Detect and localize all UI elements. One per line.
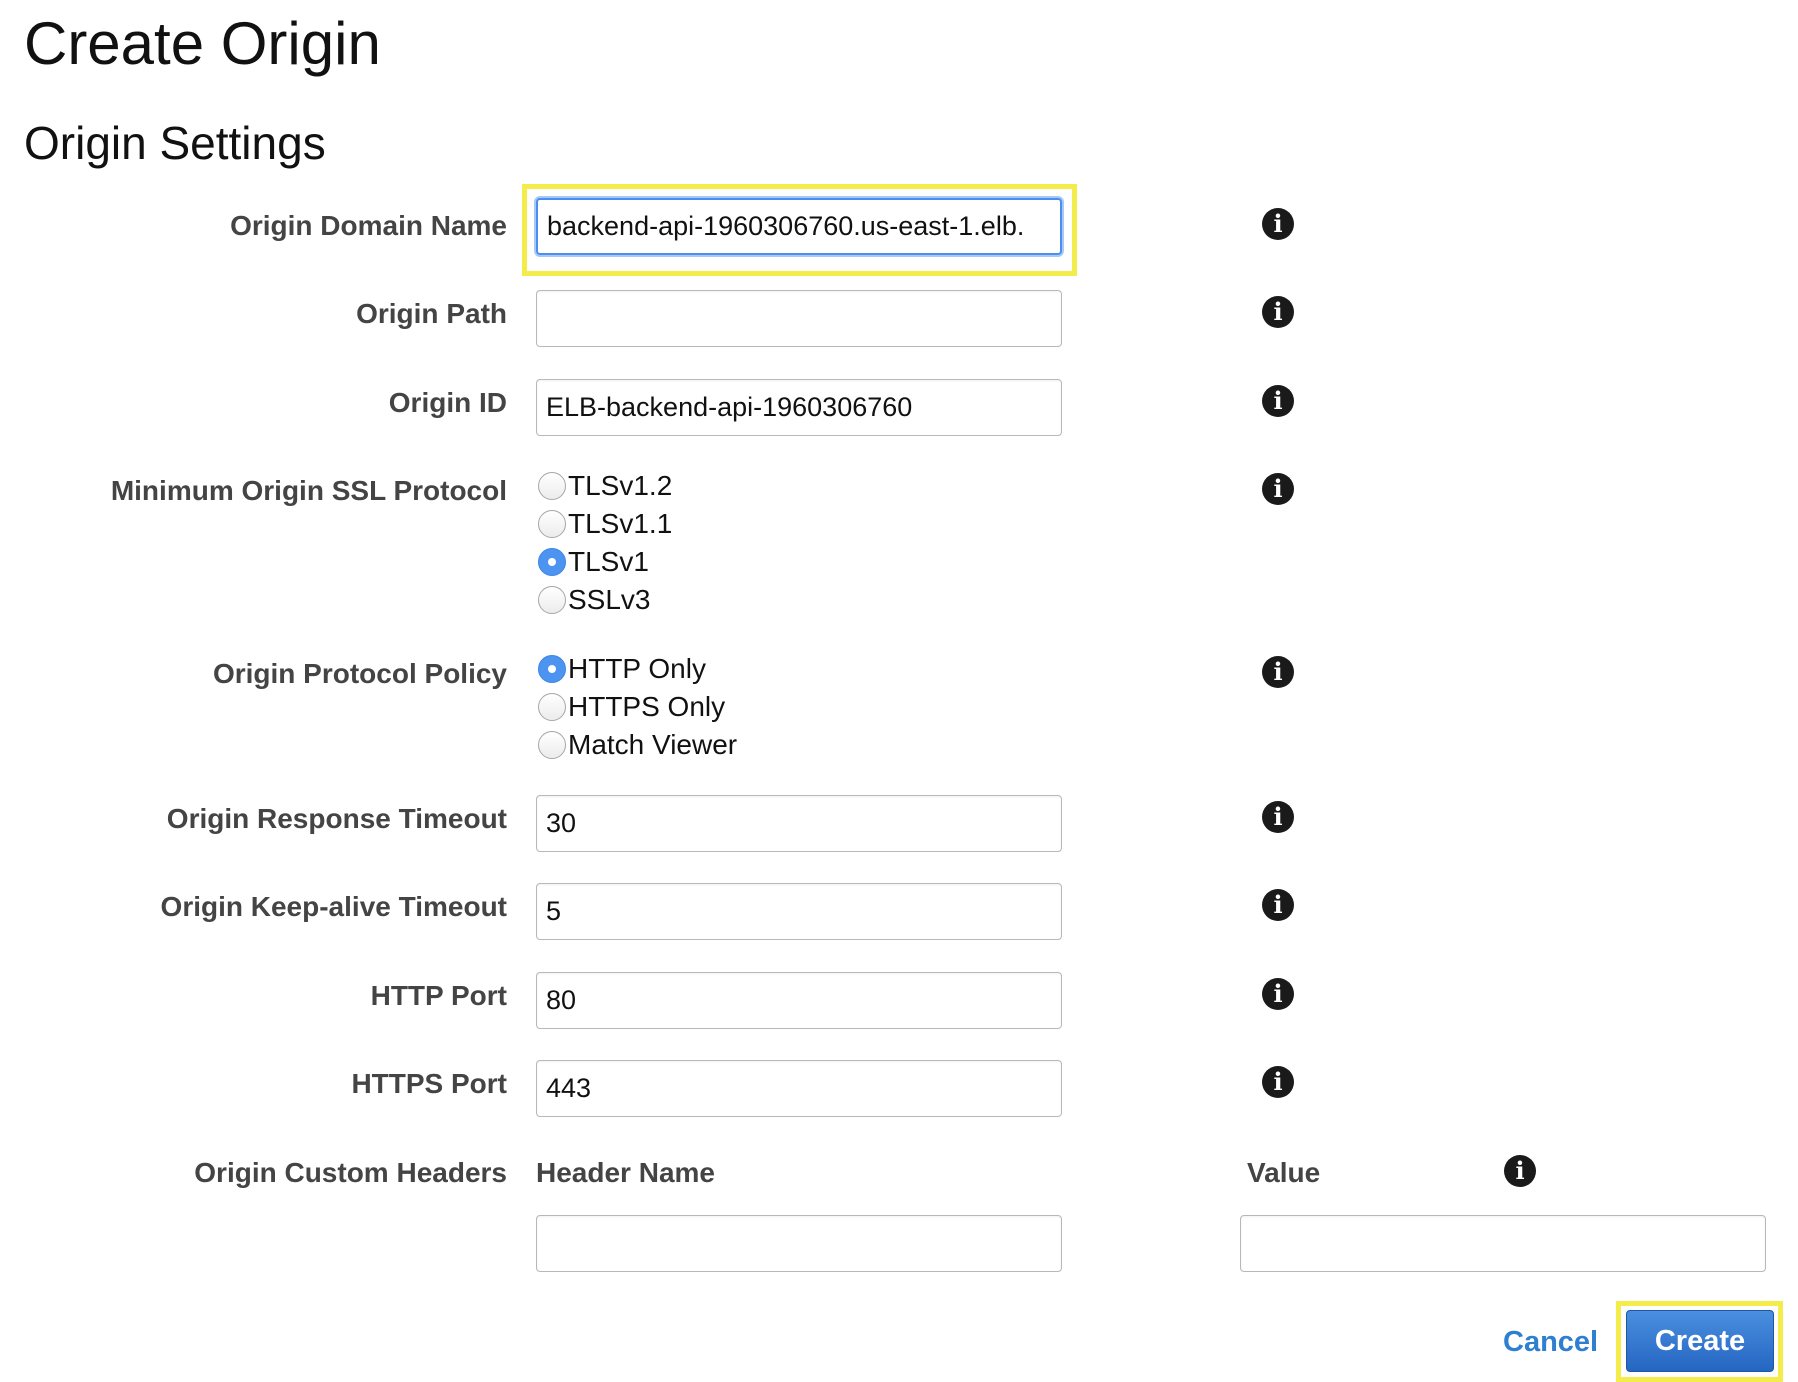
info-icon[interactable]: i: [1262, 978, 1294, 1010]
radio-button[interactable]: [538, 693, 566, 721]
origin-domain-name-input[interactable]: [536, 198, 1062, 255]
info-icon[interactable]: i: [1262, 656, 1294, 688]
radio-button[interactable]: [538, 472, 566, 500]
radio-label: TLSv1: [568, 546, 649, 577]
page-title: Create Origin: [24, 10, 381, 77]
info-icon[interactable]: i: [1262, 889, 1294, 921]
origin-id-label: Origin ID: [388, 387, 507, 418]
https-port-label: HTTPS Port: [351, 1068, 507, 1099]
create-button[interactable]: Create: [1626, 1310, 1774, 1372]
radio-option-tlsv1[interactable]: TLSv1: [538, 543, 649, 581]
radio-label: Match Viewer: [568, 729, 738, 760]
header-name-column-heading: Header Name: [536, 1157, 715, 1188]
radio-option-match-viewer[interactable]: Match Viewer: [538, 726, 737, 764]
info-icon[interactable]: i: [1262, 1066, 1294, 1098]
cancel-button[interactable]: Cancel: [1503, 1322, 1598, 1362]
info-icon[interactable]: i: [1262, 473, 1294, 505]
radio-label: HTTP Only: [568, 653, 706, 684]
response-timeout-input[interactable]: [536, 795, 1062, 852]
keepalive-timeout-label: Origin Keep-alive Timeout: [160, 891, 507, 922]
info-icon[interactable]: i: [1504, 1155, 1536, 1187]
radio-label: TLSv1.2: [568, 470, 673, 501]
radio-button[interactable]: [538, 586, 566, 614]
header-name-input[interactable]: [536, 1215, 1062, 1272]
radio-label: HTTPS Only: [568, 691, 726, 722]
header-value-input[interactable]: [1240, 1215, 1766, 1272]
origin-id-input[interactable]: [536, 379, 1062, 436]
radio-label: SSLv3: [568, 584, 651, 615]
radio-option-sslv3[interactable]: SSLv3: [538, 581, 651, 619]
value-column-heading: Value: [1247, 1157, 1321, 1188]
origin-path-label: Origin Path: [356, 298, 507, 329]
radio-option-tlsv1-2[interactable]: TLSv1.2: [538, 467, 672, 505]
https-port-input[interactable]: [536, 1060, 1062, 1117]
origin-path-input[interactable]: [536, 290, 1062, 347]
radio-option-http-only[interactable]: HTTP Only: [538, 650, 706, 688]
info-icon[interactable]: i: [1262, 296, 1294, 328]
custom-headers-label: Origin Custom Headers: [194, 1157, 507, 1188]
radio-button-selected[interactable]: [538, 655, 566, 683]
section-title: Origin Settings: [24, 117, 326, 169]
origin-domain-name-label: Origin Domain Name: [230, 210, 507, 241]
info-icon[interactable]: i: [1262, 385, 1294, 417]
radio-button-selected[interactable]: [538, 548, 566, 576]
radio-button[interactable]: [538, 510, 566, 538]
radio-button[interactable]: [538, 731, 566, 759]
info-icon[interactable]: i: [1262, 208, 1294, 240]
http-port-label: HTTP Port: [370, 980, 507, 1011]
response-timeout-label: Origin Response Timeout: [166, 803, 507, 834]
info-icon[interactable]: i: [1262, 801, 1294, 833]
radio-option-https-only[interactable]: HTTPS Only: [538, 688, 725, 726]
min-ssl-protocol-label: Minimum Origin SSL Protocol: [110, 475, 507, 506]
http-port-input[interactable]: [536, 972, 1062, 1029]
protocol-policy-label: Origin Protocol Policy: [212, 658, 507, 689]
radio-label: TLSv1.1: [568, 508, 673, 539]
keepalive-timeout-input[interactable]: [536, 883, 1062, 940]
radio-option-tlsv1-1[interactable]: TLSv1.1: [538, 505, 672, 543]
